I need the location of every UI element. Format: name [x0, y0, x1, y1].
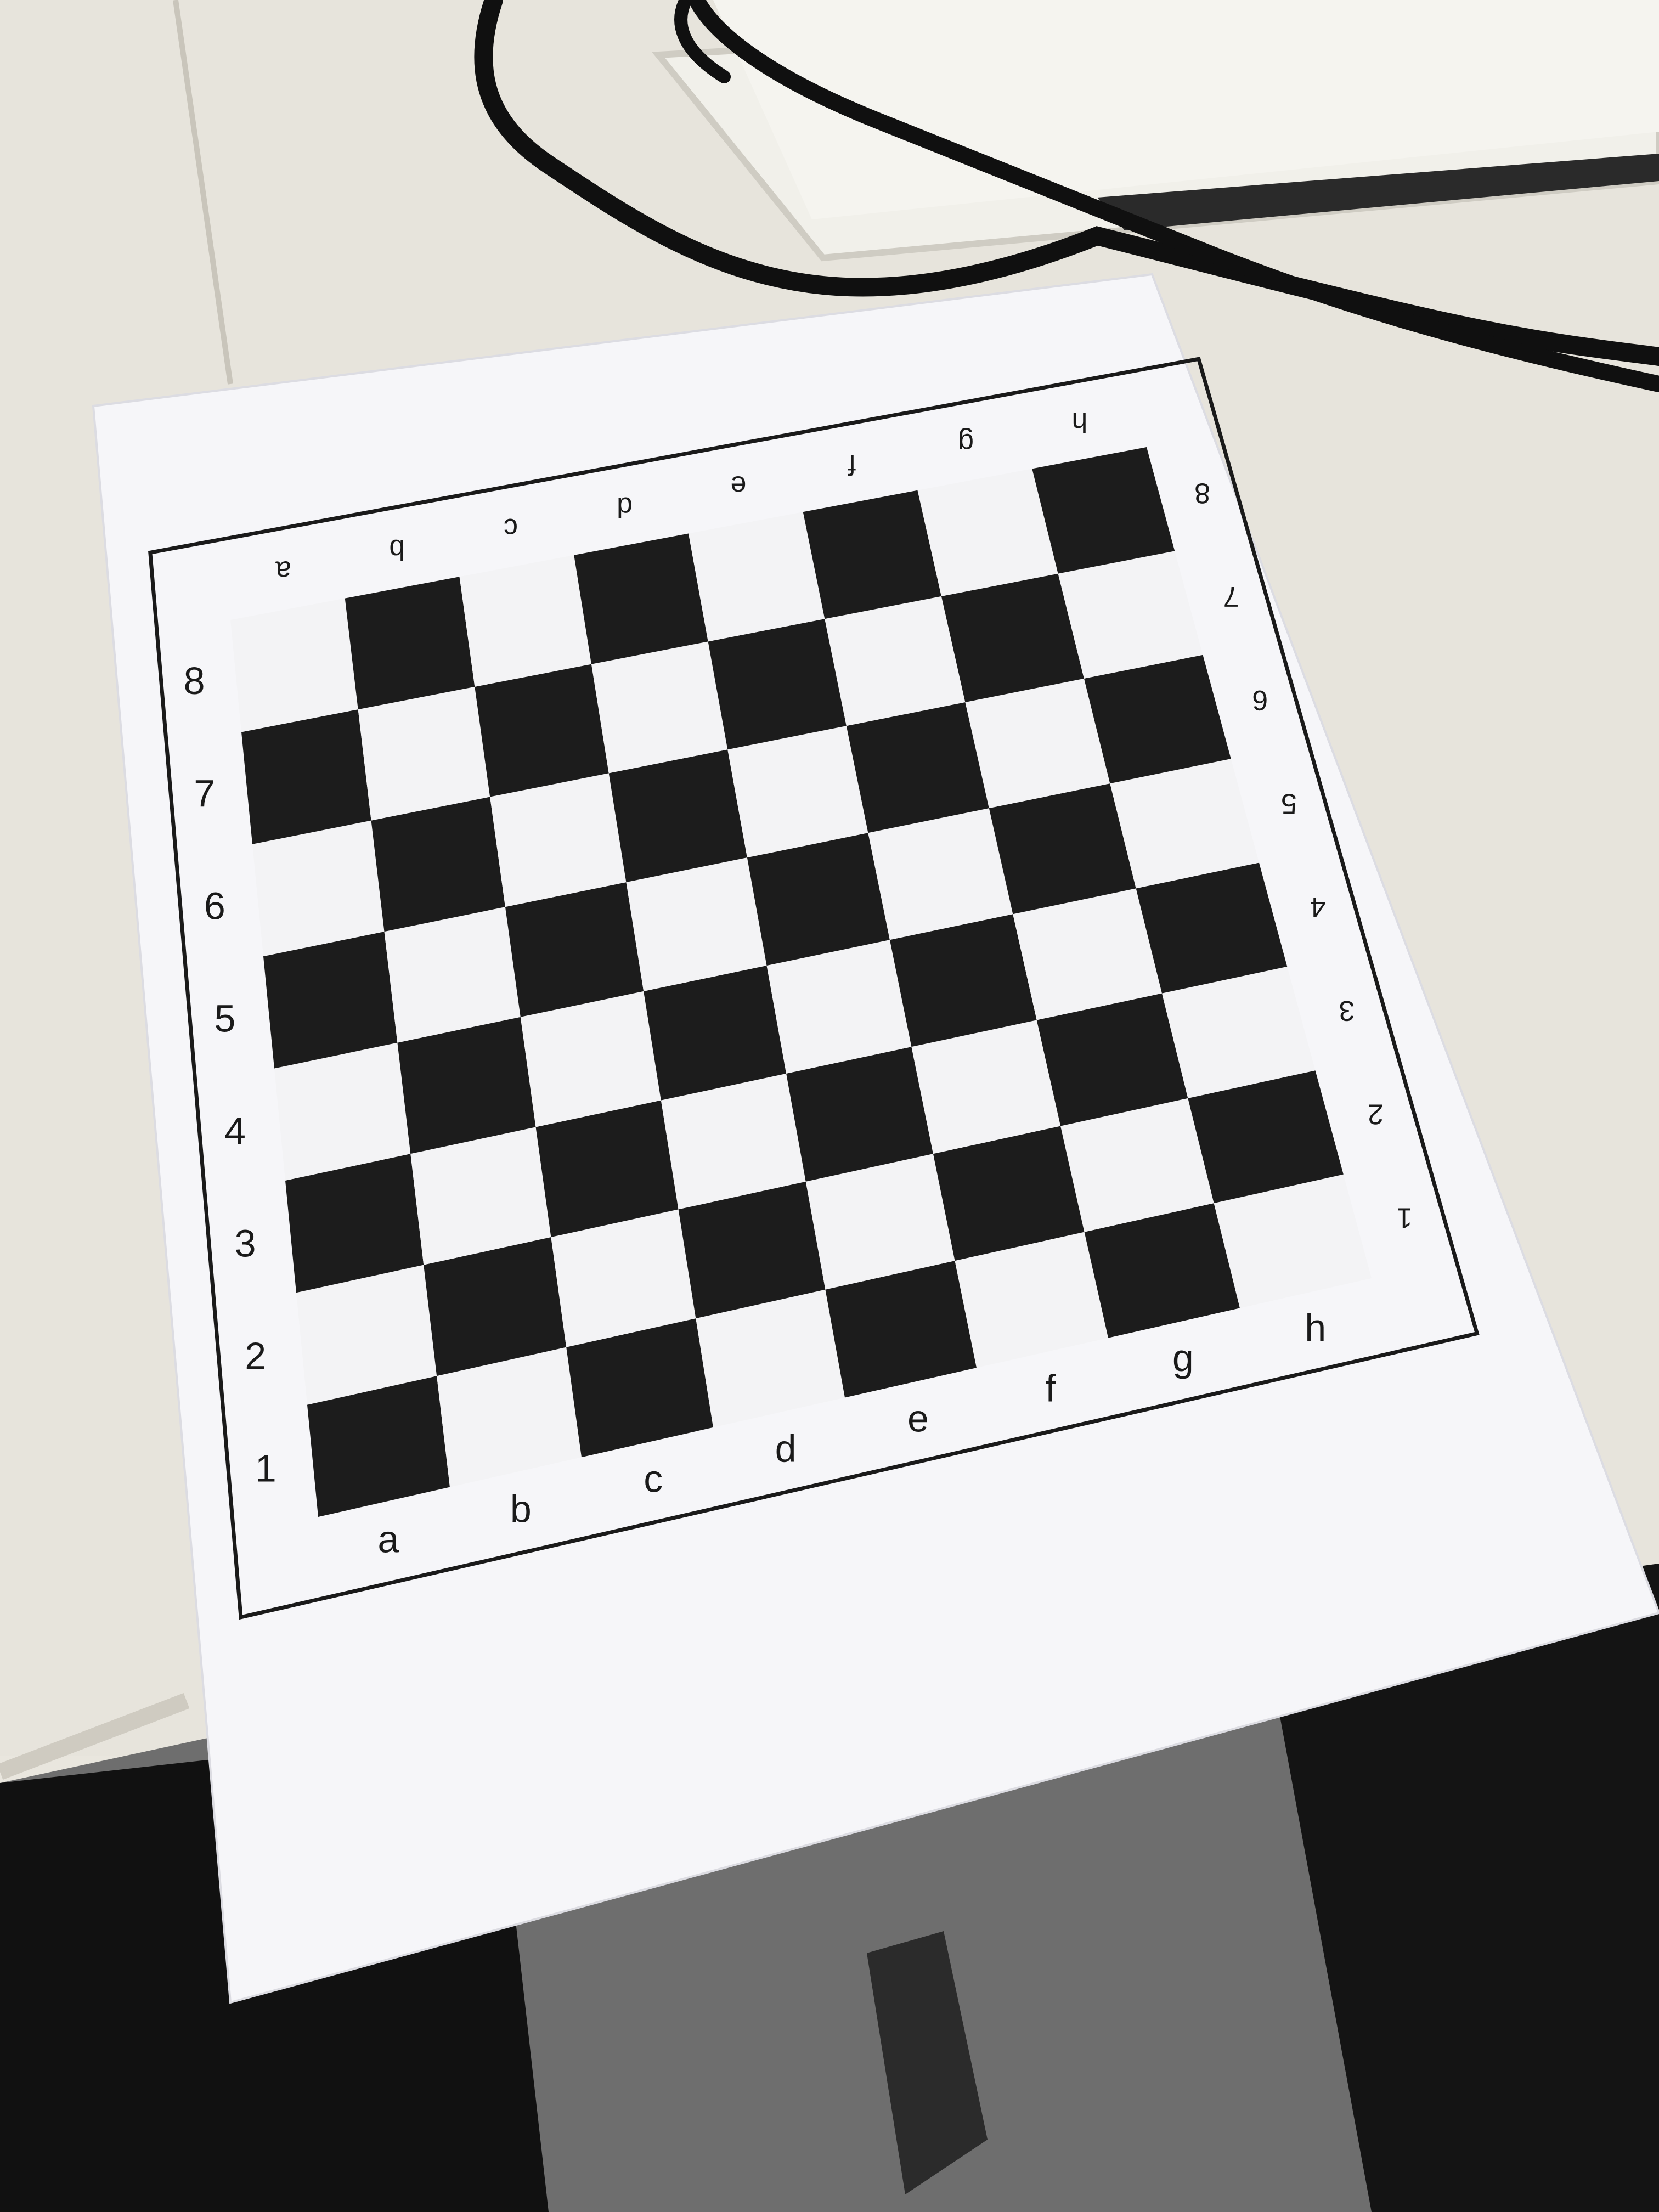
photo-scene: a a 1 1 b b 2 2 c c 3 3 d d 4 4 e e 5 5 f f 6 6 g g 7 7 h h 8 8: [0, 0, 1659, 2212]
rank-label-left-3: 3: [235, 1222, 256, 1265]
square-c7: [475, 664, 609, 797]
square-f8: [803, 490, 941, 619]
rank-label-left-1: 1: [255, 1447, 276, 1490]
file-label-top-c: c: [504, 512, 518, 544]
rank-label-left-7: 7: [194, 772, 215, 815]
rank-label-left-5: 5: [214, 997, 235, 1040]
file-label-bottom-g: g: [1172, 1336, 1194, 1379]
rank-label-left-8: 8: [184, 659, 205, 702]
rank-label-right-8: 8: [1194, 477, 1210, 509]
file-label-top-a: a: [275, 555, 291, 586]
rank-label-right-6: 6: [1252, 684, 1268, 716]
rank-label-right-3: 3: [1339, 995, 1355, 1026]
file-label-bottom-d: d: [775, 1427, 797, 1470]
rank-label-left-4: 4: [224, 1109, 246, 1152]
rank-label-right-2: 2: [1368, 1098, 1384, 1130]
rank-label-right-7: 7: [1223, 580, 1239, 612]
file-label-top-g: g: [958, 427, 974, 459]
square-d7: [591, 641, 728, 774]
file-label-bottom-a: a: [377, 1518, 399, 1561]
rank-label-right-5: 5: [1281, 788, 1297, 820]
square-c8: [459, 555, 591, 687]
rank-label-left-6: 6: [204, 884, 225, 927]
square-b8: [345, 577, 475, 710]
square-d8: [574, 533, 708, 664]
file-label-top-e: e: [730, 470, 746, 502]
file-label-bottom-c: c: [644, 1457, 663, 1500]
square-e8: [689, 512, 825, 642]
file-label-bottom-e: e: [907, 1397, 929, 1440]
file-label-bottom-h: h: [1305, 1306, 1326, 1349]
rank-label-right-1: 1: [1397, 1201, 1413, 1233]
file-label-bottom-b: b: [510, 1487, 532, 1530]
square-b7: [358, 686, 490, 821]
rank-label-left-2: 2: [245, 1334, 266, 1377]
file-label-top-b: b: [389, 534, 405, 566]
file-label-top-d: d: [617, 491, 633, 523]
square-a7: [241, 709, 371, 844]
square-a8: [230, 598, 358, 732]
rank-label-right-4: 4: [1310, 891, 1326, 923]
file-label-top-f: f: [848, 449, 856, 481]
square-e7: [708, 619, 847, 750]
file-label-bottom-f: f: [1045, 1367, 1056, 1409]
file-label-top-h: h: [1071, 406, 1087, 438]
